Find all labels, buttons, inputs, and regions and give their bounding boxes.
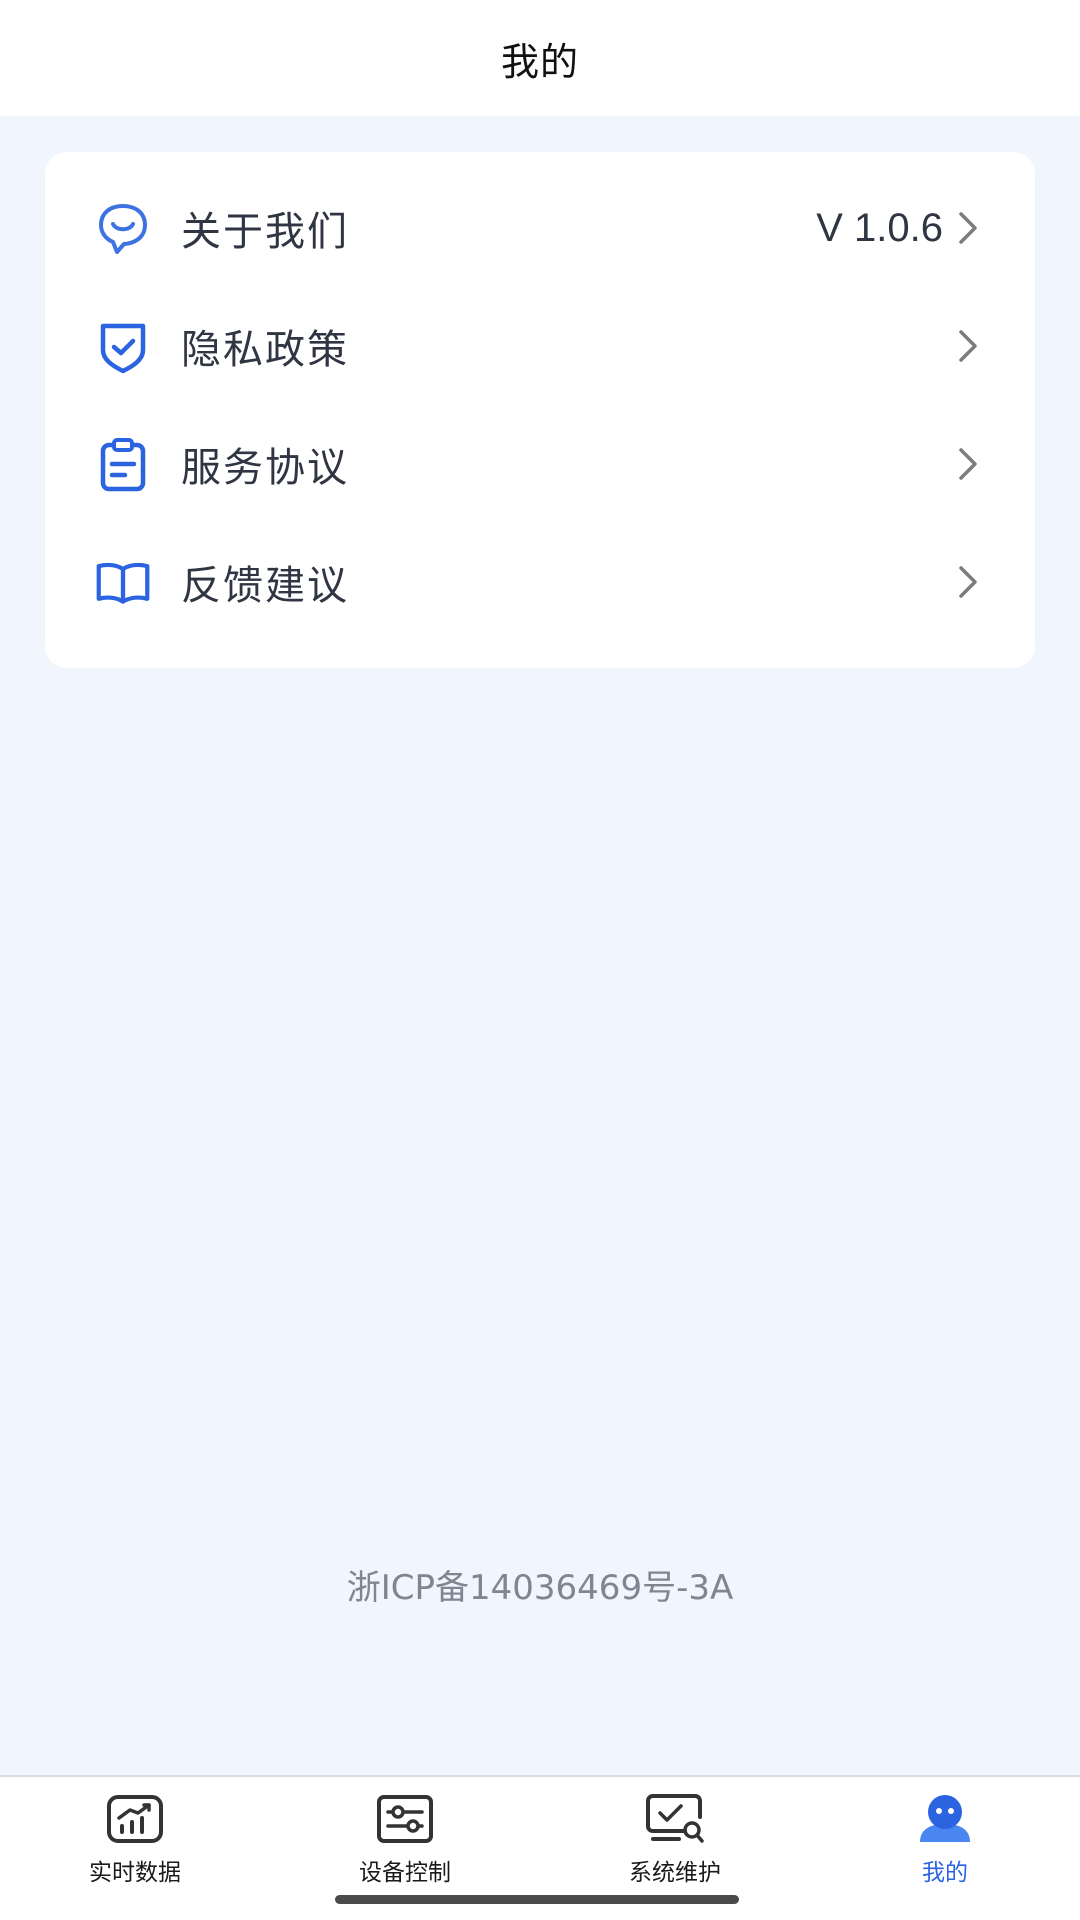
menu-item-label: 反馈建议 (181, 563, 349, 609)
chevron-right-icon (953, 208, 983, 248)
tab-label: 实时数据 (89, 1860, 181, 1886)
chat-bubble-smile-icon (95, 200, 151, 256)
page-title: 我的 (500, 39, 579, 84)
chevron-right-icon (953, 326, 983, 366)
menu-item-label: 隐私政策 (181, 327, 349, 373)
chevron-right-icon (953, 444, 983, 484)
menu-item-label: 服务协议 (181, 445, 349, 491)
tab-mine[interactable]: 我的 (845, 1791, 1045, 1901)
menu-item-feedback[interactable]: 反馈建议 (45, 523, 1035, 641)
menu-item-privacy-policy[interactable]: 隐私政策 (45, 287, 1035, 405)
chevron-right-icon (953, 562, 983, 602)
menu-item-service-agreement[interactable]: 服务协议 (45, 405, 1035, 523)
top-bar: 我的 (0, 0, 1080, 116)
user-profile-icon (914, 1791, 976, 1847)
tab-device-control[interactable]: 设备控制 (305, 1791, 505, 1901)
tab-system-maintenance[interactable]: 系统维护 (575, 1791, 775, 1901)
open-book-icon (95, 554, 151, 610)
version-value: V 1.0.6 (816, 205, 943, 250)
menu-card: 关于我们 V 1.0.6 隐私政策 服务协议 反馈建议 (45, 152, 1035, 668)
tab-realtime-data[interactable]: 实时数据 (35, 1791, 235, 1901)
menu-item-label: 关于我们 (181, 209, 349, 255)
tab-label: 系统维护 (629, 1860, 721, 1886)
monitor-search-icon (644, 1791, 706, 1847)
shield-check-icon (95, 318, 151, 374)
icp-license-text: 浙ICP备14036469号-3A (346, 1568, 734, 1608)
clipboard-icon (95, 436, 151, 492)
tab-label: 我的 (922, 1860, 968, 1886)
tab-label: 设备控制 (359, 1860, 451, 1886)
home-indicator (335, 1895, 739, 1904)
sliders-control-icon (374, 1791, 436, 1847)
menu-item-about-us[interactable]: 关于我们 V 1.0.6 (45, 169, 1035, 287)
realtime-chart-icon (104, 1791, 166, 1847)
